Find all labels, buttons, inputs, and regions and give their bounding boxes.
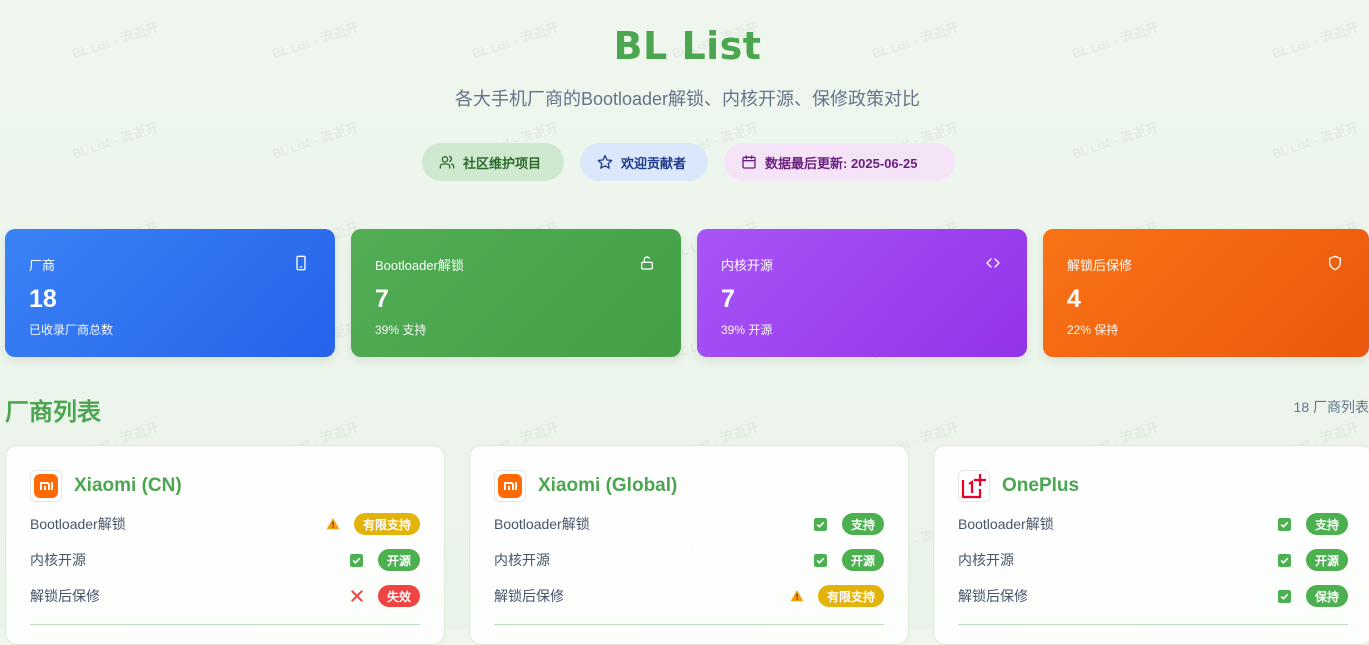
stat-sub: 22% 保持 (1067, 323, 1119, 337)
card-divider (958, 624, 1348, 625)
vendor-name: Xiaomi (Global) (538, 475, 678, 496)
check-icon (814, 553, 828, 567)
status-badge: 开源 (1305, 549, 1348, 571)
stat-sub: 39% 支持 (375, 323, 427, 337)
watermark-text: BL List - 流逝开 (70, 119, 161, 162)
card-divider (30, 624, 420, 625)
contributors-pill-label: 欢迎贡献者 (621, 155, 687, 171)
page-subtitle: 各大手机厂商的Bootloader解锁、内核开源、保修政策对比 (454, 89, 921, 109)
status-badge: 有限支持 (353, 513, 420, 535)
xiaomi-logo (494, 470, 526, 502)
stat-value: 7 (375, 285, 389, 313)
stat-label: 解锁后保修 (1067, 258, 1133, 273)
watermark-text: BL List - 流逝开 (1270, 119, 1361, 162)
users-icon (439, 155, 455, 169)
stat-sub: 已收录厂商总数 (29, 323, 114, 337)
card-divider (494, 624, 884, 625)
stat-card-kernel[interactable]: 内核开源 7 39% 开源 (697, 229, 1027, 357)
last-updated-label: 数据最后更新: 2025-06-25 (765, 155, 918, 171)
row-bootloader: Bootloader解锁 有限支持 (30, 506, 420, 542)
row-kernel: 内核开源 开源 (494, 542, 884, 578)
vendor-name: OnePlus (1002, 475, 1080, 496)
stat-card-vendors[interactable]: 厂商 18 已收录厂商总数 (5, 229, 335, 357)
unlock-icon (641, 256, 653, 270)
vendor-card-xiaomi-global[interactable]: Xiaomi (Global) Bootloader解锁 支持 内核开源 开源 … (469, 445, 909, 645)
check-icon (814, 517, 828, 531)
vendor-name: Xiaomi (CN) (74, 475, 182, 496)
status-badge: 开源 (841, 549, 884, 571)
row-warranty: 解锁后保修 有限支持 (494, 578, 884, 614)
section-title: 厂商列表 (5, 398, 101, 426)
phone-icon (296, 255, 306, 271)
shield-icon (1329, 255, 1341, 271)
row-warranty: 解锁后保修 保持 (958, 578, 1348, 614)
last-updated-pill[interactable]: 数据最后更新: 2025-06-25 (724, 143, 955, 181)
status-badge: 开源 (377, 549, 420, 571)
row-kernel: 内核开源 开源 (30, 542, 420, 578)
stat-card-bootloader[interactable]: Bootloader解锁 7 39% 支持 (351, 229, 681, 357)
community-pill-label: 社区维护项目 (463, 155, 542, 171)
status-badge: 失效 (377, 585, 420, 607)
xiaomi-logo (30, 470, 62, 502)
row-warranty: 解锁后保修 失效 (30, 578, 420, 614)
check-icon (1278, 589, 1292, 603)
stat-value: 4 (1067, 285, 1081, 313)
cross-icon (350, 589, 364, 603)
check-icon (1278, 517, 1292, 531)
status-badge: 保持 (1305, 585, 1348, 607)
status-badge: 支持 (1305, 513, 1348, 535)
check-icon (350, 553, 364, 567)
stat-label: 厂商 (29, 258, 56, 273)
stat-value: 18 (29, 285, 57, 313)
contributors-pill[interactable]: 欢迎贡献者 (580, 143, 708, 181)
community-pill[interactable]: 社区维护项目 (422, 143, 564, 181)
stat-card-warranty[interactable]: 解锁后保修 4 22% 保持 (1043, 229, 1369, 357)
code-icon (986, 258, 1000, 268)
calendar-icon (742, 155, 756, 169)
section-count: 18 厂商列表 (1293, 399, 1369, 415)
stat-label: 内核开源 (721, 258, 774, 273)
check-icon (1278, 553, 1292, 567)
row-bootloader: Bootloader解锁 支持 (958, 506, 1348, 542)
vendor-card-xiaomi-cn[interactable]: Xiaomi (CN) Bootloader解锁 有限支持 内核开源 开源 解锁… (5, 445, 445, 645)
page-title: BL List (613, 24, 762, 68)
stat-sub: 39% 开源 (721, 323, 773, 337)
status-badge: 有限支持 (817, 585, 884, 607)
stat-value: 7 (721, 285, 735, 313)
vendor-card-oneplus[interactable]: OnePlus Bootloader解锁 支持 内核开源 开源 解锁后保修 保持 (933, 445, 1369, 645)
row-kernel: 内核开源 开源 (958, 542, 1348, 578)
stat-label: Bootloader解锁 (375, 258, 464, 273)
status-badge: 支持 (841, 513, 884, 535)
watermark-text: BL List - 流逝开 (270, 119, 361, 162)
star-icon (597, 155, 613, 169)
watermark-text: BL List - 流逝开 (1070, 119, 1161, 162)
oneplus-logo (958, 470, 990, 502)
warning-icon (790, 589, 804, 603)
row-bootloader: Bootloader解锁 支持 (494, 506, 884, 542)
warning-icon (326, 517, 340, 531)
